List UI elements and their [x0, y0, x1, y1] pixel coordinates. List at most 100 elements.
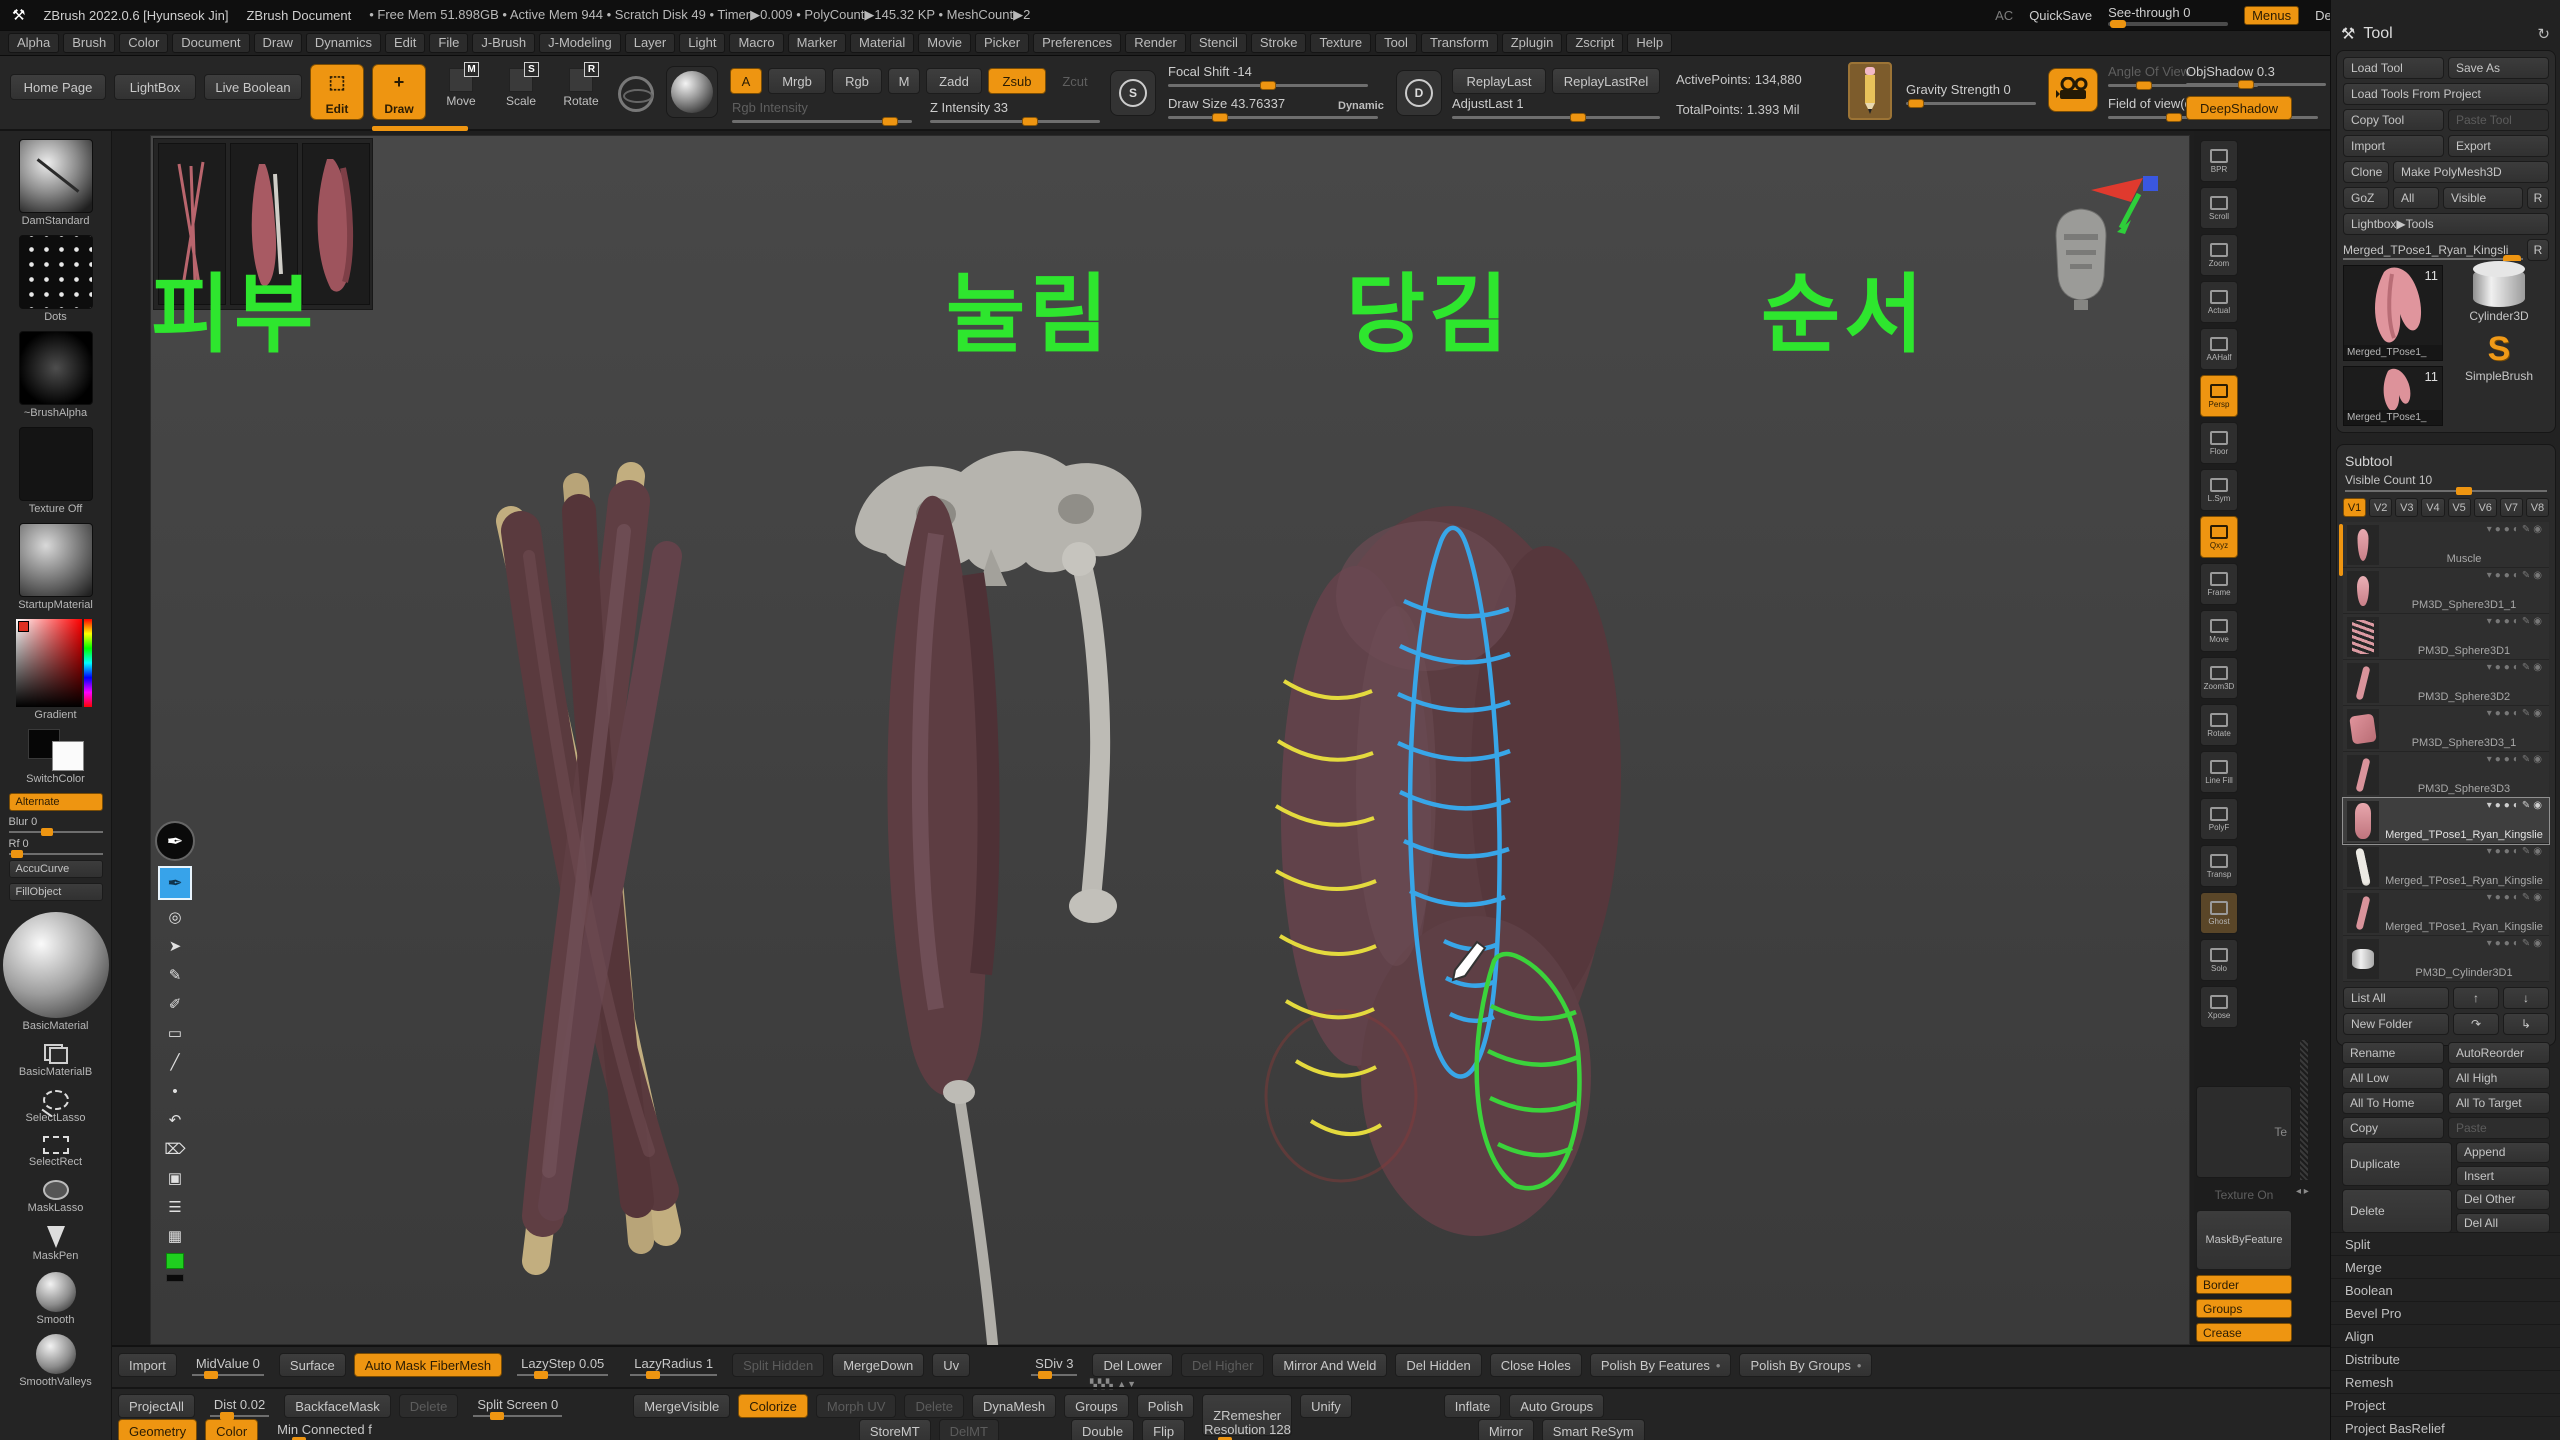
visibility-tab[interactable]: V7 — [2500, 498, 2523, 517]
scale-button[interactable]: S Scale — [496, 68, 546, 108]
texture-preview-box[interactable]: Te — [2196, 1086, 2292, 1178]
pen-icon[interactable]: ✎ — [160, 963, 190, 987]
menu-item[interactable]: Document — [172, 33, 249, 53]
alternate-button[interactable]: Alternate — [9, 793, 103, 811]
bottom-bar-control[interactable]: Polish By Features — [1590, 1353, 1732, 1377]
bottom-bar-control[interactable]: Dist 0.02 — [203, 1394, 276, 1422]
delete-button[interactable]: Delete — [2342, 1189, 2452, 1233]
insert-button[interactable]: Insert — [2456, 1166, 2550, 1187]
screenshot-icon[interactable]: ▣ — [160, 1166, 190, 1190]
gravity-strength-slider[interactable]: Gravity Strength 0 — [1906, 82, 2036, 105]
bottom-bar-control[interactable]: Colorize — [738, 1394, 808, 1418]
bottom-bar-control[interactable]: Groups — [1064, 1394, 1129, 1418]
subtool-down-button[interactable]: ↓ — [2503, 987, 2549, 1009]
smooth-valleys-thumbnail[interactable] — [36, 1334, 76, 1374]
bottom-bar-control[interactable]: Inflate — [1444, 1394, 1501, 1418]
adjust-last-slider[interactable]: AdjustLast 1 — [1452, 96, 1660, 119]
simplebrush-icon[interactable]: S — [2488, 331, 2511, 367]
visibility-tab[interactable]: V3 — [2395, 498, 2418, 517]
menu-item[interactable]: Stroke — [1251, 33, 1307, 53]
menu-item[interactable]: Zscript — [1566, 33, 1623, 53]
bottom-bar-control[interactable]: Auto Groups — [1509, 1394, 1604, 1418]
tray-divider-handle[interactable] — [2300, 1040, 2308, 1180]
bottom-bar-control[interactable]: Geometry — [118, 1419, 197, 1440]
texture-on-label[interactable]: Texture On — [2215, 1188, 2274, 1202]
subtool-up-button[interactable]: ↑ — [2453, 987, 2499, 1009]
gyro-icon[interactable] — [618, 76, 654, 112]
material-thumbnail[interactable] — [19, 523, 93, 597]
menu-item[interactable]: Help — [1627, 33, 1672, 53]
accucurve-button[interactable]: AccuCurve — [9, 860, 103, 878]
quicksave-button[interactable]: QuickSave — [2029, 8, 2092, 23]
obj-shadow-slider[interactable]: ObjShadow 0.3 — [2186, 64, 2326, 86]
rotate-button[interactable]: R Rotate — [556, 68, 606, 108]
mask-by-feature-button[interactable]: MaskByFeature — [2196, 1210, 2292, 1270]
tray-divider-arrows-icon[interactable]: ◂ ▸ — [2296, 1186, 2309, 1197]
bottom-bar-control[interactable]: Mirror — [1478, 1419, 1534, 1440]
bottom-bar-control[interactable]: Smart ReSym — [1542, 1419, 1645, 1440]
shelf-icon-button[interactable]: Solo — [2200, 939, 2238, 981]
clone-button[interactable]: Clone — [2343, 161, 2389, 183]
bottom-bar-control[interactable]: Uv — [932, 1353, 970, 1377]
load-tool-button[interactable]: Load Tool — [2343, 57, 2444, 79]
brush-preview-pencil-icon[interactable] — [1848, 62, 1892, 120]
menu-item[interactable]: Stencil — [1190, 33, 1247, 53]
menu-item[interactable]: Movie — [918, 33, 971, 53]
bottom-bar-control[interactable]: Delete — [904, 1394, 964, 1418]
palette-section-header[interactable]: Boolean — [2331, 1278, 2560, 1301]
palette-section-header[interactable]: Merge — [2331, 1255, 2560, 1278]
bottom-bar-control[interactable]: Surface — [279, 1353, 346, 1377]
adjust-selector-icon[interactable]: D — [1396, 70, 1442, 116]
bottom-bar-control[interactable]: LazyStep 0.05 — [510, 1353, 615, 1381]
menu-item[interactable]: Light — [679, 33, 725, 53]
copy-tool-button[interactable]: Copy Tool — [2343, 109, 2444, 131]
shelf-icon-button[interactable]: AAHalf — [2200, 328, 2238, 370]
visibility-tab[interactable]: V1 — [2343, 498, 2366, 517]
palette-section-header[interactable]: Remesh — [2331, 1370, 2560, 1393]
shelf-icon-button[interactable]: PolyF — [2200, 798, 2238, 840]
menu-item[interactable]: Edit — [385, 33, 425, 53]
select-rect-icon[interactable] — [43, 1136, 69, 1154]
subtool-row[interactable]: ▾●●◐✎◉ Merged_TPose1_Ryan_Kingslie — [2343, 798, 2549, 844]
menu-item[interactable]: Picker — [975, 33, 1029, 53]
visibility-tab[interactable]: V6 — [2474, 498, 2497, 517]
blur-slider[interactable]: Blur 0 — [9, 816, 103, 833]
bottom-bar-control[interactable]: Morph UV — [816, 1394, 897, 1418]
crease-button[interactable]: Crease — [2196, 1323, 2292, 1342]
palette-section-header[interactable]: Distribute — [2331, 1347, 2560, 1370]
subtool-row[interactable]: ▾●●◐✎◉ PM3D_Sphere3D3_1 — [2343, 706, 2549, 752]
border-button[interactable]: Border — [2196, 1275, 2292, 1294]
palette-section-header[interactable]: Split — [2331, 1232, 2560, 1255]
export-button[interactable]: Export — [2448, 135, 2549, 157]
rgb-button[interactable]: Rgb — [832, 68, 882, 94]
menu-item[interactable]: Macro — [729, 33, 783, 53]
bottom-bar-control[interactable]: ProjectAll — [118, 1394, 195, 1418]
replay-last-rel-button[interactable]: ReplayLastRel — [1552, 68, 1660, 94]
menu-item[interactable]: Draw — [254, 33, 302, 53]
goz-visible-button[interactable]: Visible — [2443, 187, 2523, 209]
cylinder3d-icon[interactable] — [2473, 267, 2525, 307]
secondary-annotation-color-swatch[interactable] — [166, 1274, 184, 1282]
visibility-tab[interactable]: V4 — [2421, 498, 2444, 517]
marker-icon[interactable]: ✐ — [160, 992, 190, 1016]
visibility-tab[interactable]: V8 — [2526, 498, 2549, 517]
hue-strip[interactable] — [84, 619, 92, 707]
eye-icon[interactable]: ◎ — [160, 905, 190, 929]
shelf-icon-button[interactable]: Floor — [2200, 422, 2238, 464]
bottom-bar-control[interactable]: DelMT — [939, 1419, 999, 1440]
rgb-intensity-slider[interactable]: Rgb Intensity — [732, 100, 912, 123]
bottom-bar-control[interactable]: Min Connected f — [266, 1419, 383, 1440]
groups-button[interactable]: Groups — [2196, 1299, 2292, 1318]
palette-section-header[interactable]: Project — [2331, 1393, 2560, 1416]
cursor-icon[interactable]: ➤ — [160, 934, 190, 958]
shelf-icon-button[interactable]: L.Sym — [2200, 469, 2238, 511]
menu-item[interactable]: Render — [1125, 33, 1186, 53]
rename-button[interactable]: Rename — [2342, 1042, 2444, 1064]
document-canvas[interactable]: 눌림 당김 순서 피부 — [150, 135, 2190, 1345]
menu-item[interactable]: Alpha — [8, 33, 59, 53]
del-other-button[interactable]: Del Other — [2456, 1189, 2550, 1210]
goz-all-button[interactable]: All — [2393, 187, 2439, 209]
shelf-icon-button[interactable]: Zoom — [2200, 234, 2238, 276]
m-button[interactable]: M — [888, 68, 920, 94]
zsub-button[interactable]: Zsub — [988, 68, 1046, 94]
